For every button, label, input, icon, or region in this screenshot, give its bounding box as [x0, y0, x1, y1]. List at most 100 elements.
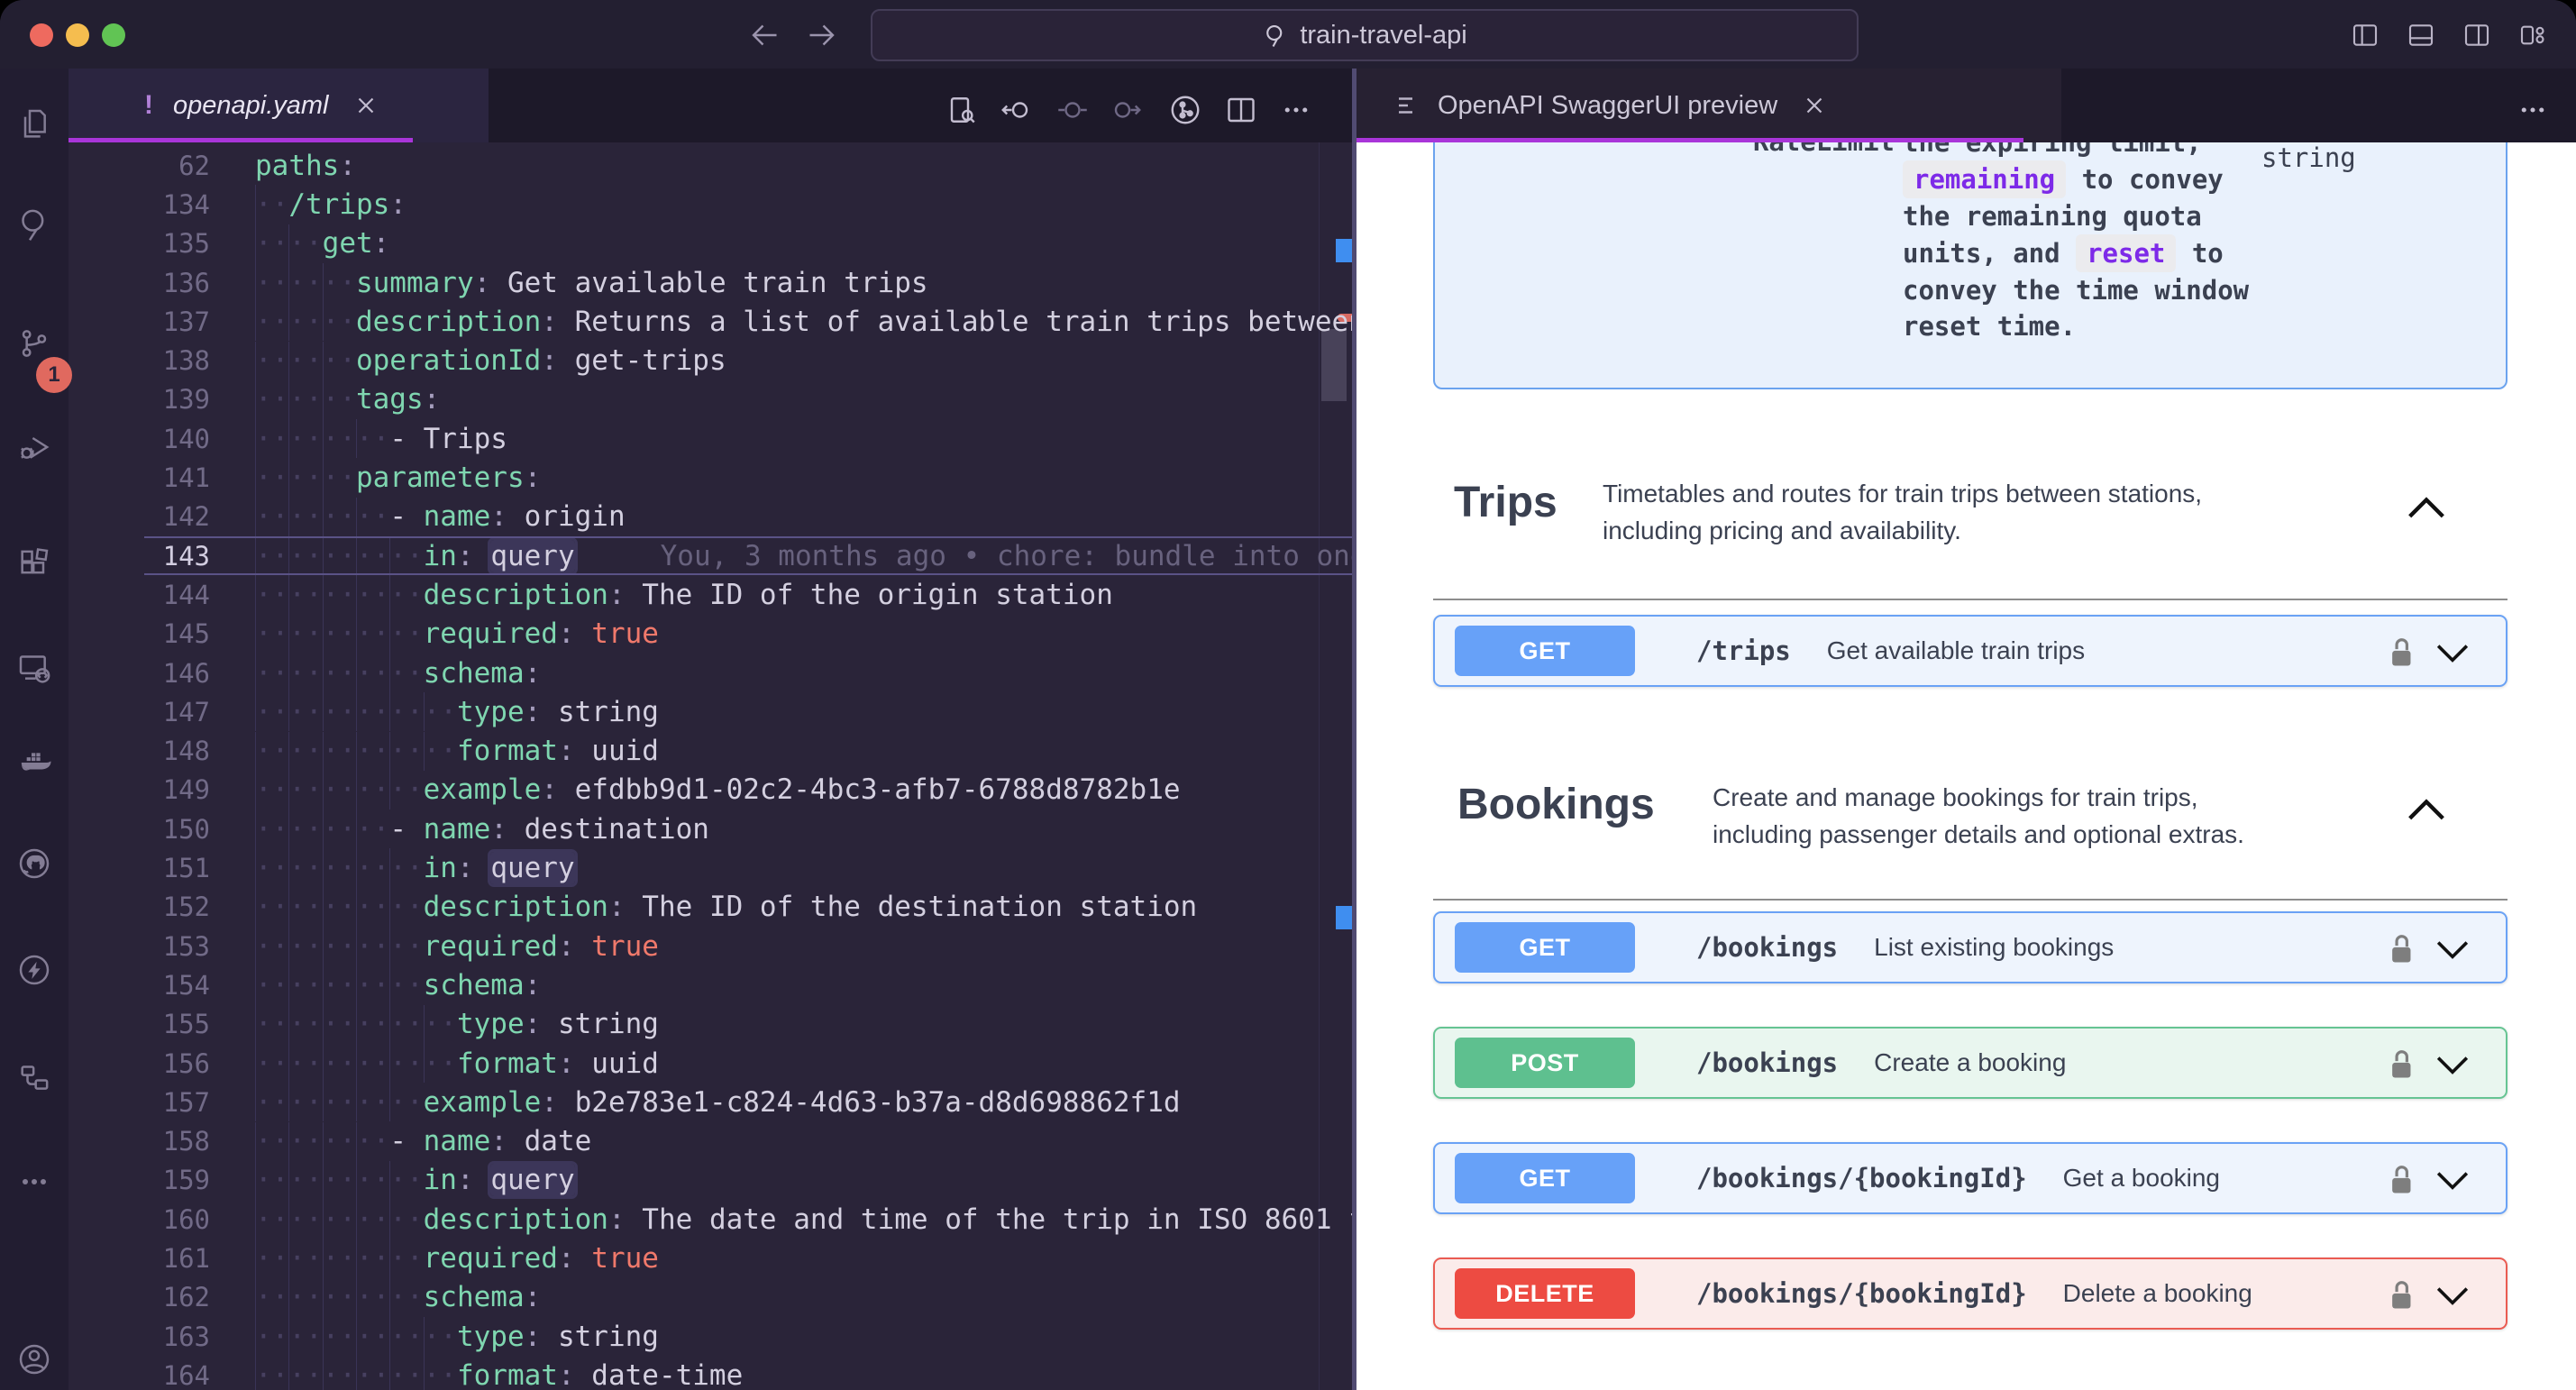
code-line-138[interactable]: 138 ······operationId: get-trips — [69, 341, 1352, 380]
section-title-bookings[interactable]: Bookings — [1457, 780, 1655, 829]
auth-lock-icon[interactable] — [2387, 1163, 2416, 1199]
more-views-icon[interactable] — [16, 1164, 52, 1200]
close-window-button[interactable] — [30, 23, 53, 47]
line-number[interactable]: 135 — [69, 228, 210, 259]
operation-row-get-/bookings/{bookingId}[interactable]: GET/bookings/{bookingId} Get a booking — [1433, 1142, 2507, 1214]
code-line-135[interactable]: 135 ····get: — [69, 224, 1352, 263]
expand-operation-icon[interactable] — [2435, 938, 2470, 962]
github-icon[interactable] — [16, 846, 52, 882]
expand-operation-icon[interactable] — [2435, 1054, 2470, 1077]
line-number[interactable]: 143 — [69, 541, 210, 572]
code-line-156[interactable]: 156 ············format: uuid — [69, 1043, 1352, 1084]
line-number[interactable]: 141 — [69, 462, 210, 493]
line-number[interactable]: 162 — [69, 1282, 210, 1312]
docker-icon[interactable] — [16, 745, 52, 781]
line-number[interactable]: 149 — [69, 774, 210, 805]
operation-row-get-/bookings[interactable]: GET/bookings List existing bookings — [1433, 911, 2507, 983]
line-number[interactable]: 157 — [69, 1087, 210, 1118]
code-line-148[interactable]: 148 ············format: uuid — [69, 731, 1352, 771]
code-line-159[interactable]: 159 ··········in: query — [69, 1160, 1352, 1201]
line-number[interactable]: 146 — [69, 658, 210, 689]
code-line-161[interactable]: 161 ··········required: true — [69, 1239, 1352, 1278]
expand-operation-icon[interactable] — [2435, 1285, 2470, 1308]
navigate-forward-icon[interactable] — [806, 19, 838, 51]
flow-diagram-icon[interactable] — [16, 1060, 52, 1096]
line-number[interactable]: 159 — [69, 1165, 210, 1195]
code-line-62[interactable]: 62 paths: — [69, 146, 1352, 185]
code-line-145[interactable]: 145 ··········required: true — [69, 614, 1352, 654]
code-line-139[interactable]: 139 ······tags: — [69, 380, 1352, 420]
thunder-client-icon[interactable] — [16, 952, 52, 988]
code-line-149[interactable]: 149 ··········example: efdbb9d1-02c2-4bc3… — [69, 770, 1352, 810]
run-debug-icon[interactable] — [16, 429, 52, 465]
close-icon[interactable] — [352, 92, 379, 119]
split-editor-icon[interactable] — [1225, 94, 1257, 126]
extensions-icon[interactable] — [16, 546, 52, 582]
auth-lock-icon[interactable] — [2387, 1278, 2416, 1314]
customize-layout-icon[interactable] — [2518, 21, 2547, 54]
code-line-155[interactable]: 155 ············type: string — [69, 1004, 1352, 1044]
line-number[interactable]: 158 — [69, 1126, 210, 1157]
search-sidebar-icon[interactable] — [16, 206, 52, 242]
code-line-154[interactable]: 154 ··········schema: — [69, 965, 1352, 1005]
code-line-153[interactable]: 153 ··········required: true — [69, 927, 1352, 966]
collapse-section-icon[interactable] — [2407, 494, 2446, 523]
code-line-150[interactable]: 150 ········- name: destination — [69, 809, 1352, 849]
code-line-141[interactable]: 141 ······parameters: — [69, 458, 1352, 498]
line-number[interactable]: 153 — [69, 931, 210, 962]
line-number[interactable]: 150 — [69, 814, 210, 845]
line-number[interactable]: 154 — [69, 970, 210, 1001]
operation-row-post-/bookings[interactable]: POST/bookings Create a booking — [1433, 1027, 2507, 1099]
line-number[interactable]: 160 — [69, 1204, 210, 1235]
code-line-164[interactable]: 164 ············format: date-time — [69, 1356, 1352, 1390]
code-line-137[interactable]: 137 ······description: Returns a list of … — [69, 302, 1352, 342]
api-tree-icon[interactable] — [1169, 94, 1201, 126]
code-line-142[interactable]: 142 ········- name: origin — [69, 497, 1352, 536]
auth-lock-icon[interactable] — [2387, 636, 2416, 672]
code-line-140[interactable]: 140 ········- Trips — [69, 419, 1352, 459]
code-line-163[interactable]: 163 ············type: string — [69, 1317, 1352, 1357]
line-number[interactable]: 140 — [69, 424, 210, 454]
minimize-window-button[interactable] — [66, 23, 89, 47]
line-number[interactable]: 147 — [69, 697, 210, 727]
line-number[interactable]: 164 — [69, 1360, 210, 1390]
code-line-136[interactable]: 136 ······summary: Get available train tr… — [69, 262, 1352, 303]
account-icon[interactable] — [16, 1341, 52, 1377]
line-number[interactable]: 139 — [69, 384, 210, 415]
toggle-primary-sidebar-icon[interactable] — [2351, 21, 2380, 54]
code-line-162[interactable]: 162 ··········schema: — [69, 1277, 1352, 1317]
source-control-icon[interactable] — [16, 325, 52, 361]
line-number[interactable]: 151 — [69, 853, 210, 883]
navigate-back-icon[interactable] — [748, 19, 781, 51]
operation-row-delete-/bookings/{bookingId}[interactable]: DELETE/bookings/{bookingId} Delete a book… — [1433, 1257, 2507, 1330]
line-number[interactable]: 152 — [69, 892, 210, 922]
command-center-search[interactable]: train-travel-api — [871, 9, 1859, 61]
line-number[interactable]: 142 — [69, 501, 210, 532]
line-number[interactable]: 62 — [69, 151, 210, 181]
code-line-146[interactable]: 146 ··········schema: — [69, 653, 1352, 693]
code-line-143[interactable]: 143 ··········in: query You, 3 months ago … — [69, 536, 1352, 576]
section-title-trips[interactable]: Trips — [1454, 478, 1557, 527]
code-line-134[interactable]: 134 ··/trips: — [69, 185, 1352, 224]
toggle-secondary-sidebar-icon[interactable] — [2462, 21, 2491, 54]
collapse-section-icon[interactable] — [2407, 796, 2446, 825]
tab-swagger-preview[interactable]: OpenAPI SwaggerUI preview — [1357, 69, 2061, 142]
line-number[interactable]: 144 — [69, 580, 210, 610]
line-number[interactable]: 148 — [69, 736, 210, 766]
line-number[interactable]: 156 — [69, 1048, 210, 1079]
explorer-icon[interactable] — [16, 106, 52, 142]
previous-change-icon[interactable] — [1000, 94, 1032, 126]
open-preview-icon[interactable] — [946, 94, 979, 126]
code-line-152[interactable]: 152 ··········description: The ID of the … — [69, 887, 1352, 927]
code-line-158[interactable]: 158 ········- name: date — [69, 1121, 1352, 1161]
code-line-147[interactable]: 147 ············type: string — [69, 692, 1352, 732]
line-number[interactable]: 163 — [69, 1321, 210, 1352]
more-actions-icon[interactable] — [1280, 94, 1312, 126]
expand-operation-icon[interactable] — [2435, 1169, 2470, 1193]
line-number[interactable]: 137 — [69, 306, 210, 337]
operation-row-get-/trips[interactable]: GET/trips Get available train trips — [1433, 615, 2507, 687]
code-line-160[interactable]: 160 ··········description: The date and t… — [69, 1200, 1352, 1239]
auth-lock-icon[interactable] — [2387, 1047, 2416, 1084]
code-line-157[interactable]: 157 ··········example: b2e783e1-c824-4d63… — [69, 1083, 1352, 1122]
more-actions-icon[interactable] — [2517, 94, 2549, 126]
